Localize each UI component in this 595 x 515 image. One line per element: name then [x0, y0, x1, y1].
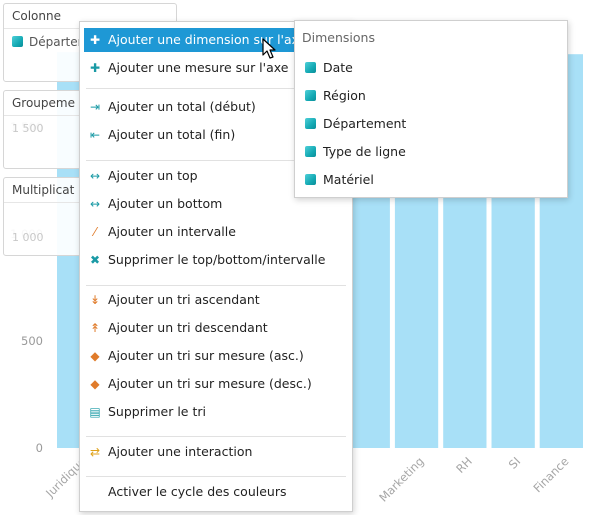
submenu-item-label: Région [323, 88, 366, 103]
submenu-header: Dimensions [302, 30, 375, 45]
sort-desc-icon: ↟ [89, 321, 101, 335]
remove-filter-icon: ✖ [89, 253, 101, 267]
sort-asc-icon: ↡ [89, 293, 101, 307]
top-icon: ↔ [89, 169, 101, 183]
submenu-item-departement[interactable]: Département [303, 112, 406, 136]
interval-icon: ⁄ [93, 225, 96, 239]
submenu-item-type-de-ligne[interactable]: Type de ligne [303, 140, 406, 164]
menu-item-remove-sort[interactable]: ▤ Supprimer le tri [84, 400, 348, 424]
submenu-item-label: Département [323, 116, 407, 131]
menu-item-label: Ajouter un tri sur mesure (desc.) [108, 376, 312, 391]
remove-sort-icon: ▤ [89, 405, 101, 419]
menu-item-label: Ajouter un total (début) [108, 99, 256, 114]
menu-item-label: Ajouter un top [108, 168, 198, 183]
menu-item-remove-top-bottom[interactable]: ✖ Supprimer le top/bottom/intervalle [84, 248, 348, 272]
menu-item-label: Supprimer le top/bottom/intervalle [108, 252, 326, 267]
add-dimension-icon: ✚ [89, 33, 101, 47]
submenu-item-label: Matériel [323, 172, 374, 187]
custom-sort-asc-icon: ◆ [90, 349, 100, 363]
x-category-label: Finance [531, 454, 572, 495]
menu-item-label: Ajouter un tri sur mesure (asc.) [108, 348, 304, 363]
dimensions-submenu: Dimensions Date Région Département Type … [294, 20, 568, 198]
submenu-item-date[interactable]: Date [303, 56, 353, 80]
total-start-icon: ⇥ [89, 100, 101, 114]
menu-item-label: Ajouter un intervalle [108, 224, 236, 239]
interaction-icon: ⇄ [89, 445, 101, 459]
menu-item-custom-sort-desc[interactable]: ◆ Ajouter un tri sur mesure (desc.) [84, 372, 348, 396]
menu-item-label: Activer le cycle des couleurs [108, 484, 287, 499]
menu-item-custom-sort-asc[interactable]: ◆ Ajouter un tri sur mesure (asc.) [84, 344, 348, 368]
dimension-cube-icon [12, 36, 23, 47]
menu-item-add-interaction[interactable]: ⇄ Ajouter une interaction [84, 440, 348, 464]
submenu-item-materiel[interactable]: Matériel [303, 168, 374, 192]
y-tick-label: 500 [21, 334, 43, 348]
x-category-label: Marketing [376, 454, 426, 504]
dimension-cube-icon [305, 62, 316, 73]
menu-item-label: Ajouter un bottom [108, 196, 223, 211]
x-category-label: SI [506, 454, 523, 471]
mouse-cursor-icon [262, 38, 276, 59]
submenu-item-label: Type de ligne [323, 144, 406, 159]
dimension-cube-icon [305, 118, 316, 129]
menu-item-label: Supprimer le tri [108, 404, 206, 419]
menu-item-interval[interactable]: ⁄ Ajouter un intervalle [84, 220, 348, 244]
menu-item-label: Ajouter une mesure sur l'axe [108, 60, 289, 75]
submenu-item-label: Date [323, 60, 353, 75]
menu-item-label: Ajouter un total (fin) [108, 127, 236, 142]
custom-sort-desc-icon: ◆ [90, 377, 100, 391]
menu-item-color-cycle[interactable]: Activer le cycle des couleurs [84, 480, 348, 504]
menu-separator [86, 285, 346, 286]
total-end-icon: ⇤ [89, 128, 101, 142]
bottom-icon: ↔ [89, 197, 101, 211]
x-category-label: RH [453, 454, 475, 476]
menu-item-sort-desc[interactable]: ↟ Ajouter un tri descendant [84, 316, 348, 340]
menu-separator [86, 436, 346, 437]
menu-item-label: Ajouter une interaction [108, 444, 253, 459]
menu-item-label: Ajouter un tri ascendant [108, 292, 260, 307]
menu-item-label: Ajouter un tri descendant [108, 320, 268, 335]
y-tick-label: 0 [36, 441, 43, 455]
submenu-item-region[interactable]: Région [303, 84, 366, 108]
dimension-cube-icon [305, 146, 316, 157]
dimension-cube-icon [305, 174, 316, 185]
add-measure-icon: ✚ [89, 61, 101, 75]
menu-item-sort-asc[interactable]: ↡ Ajouter un tri ascendant [84, 288, 348, 312]
menu-separator [86, 476, 346, 477]
dimension-cube-icon [305, 90, 316, 101]
